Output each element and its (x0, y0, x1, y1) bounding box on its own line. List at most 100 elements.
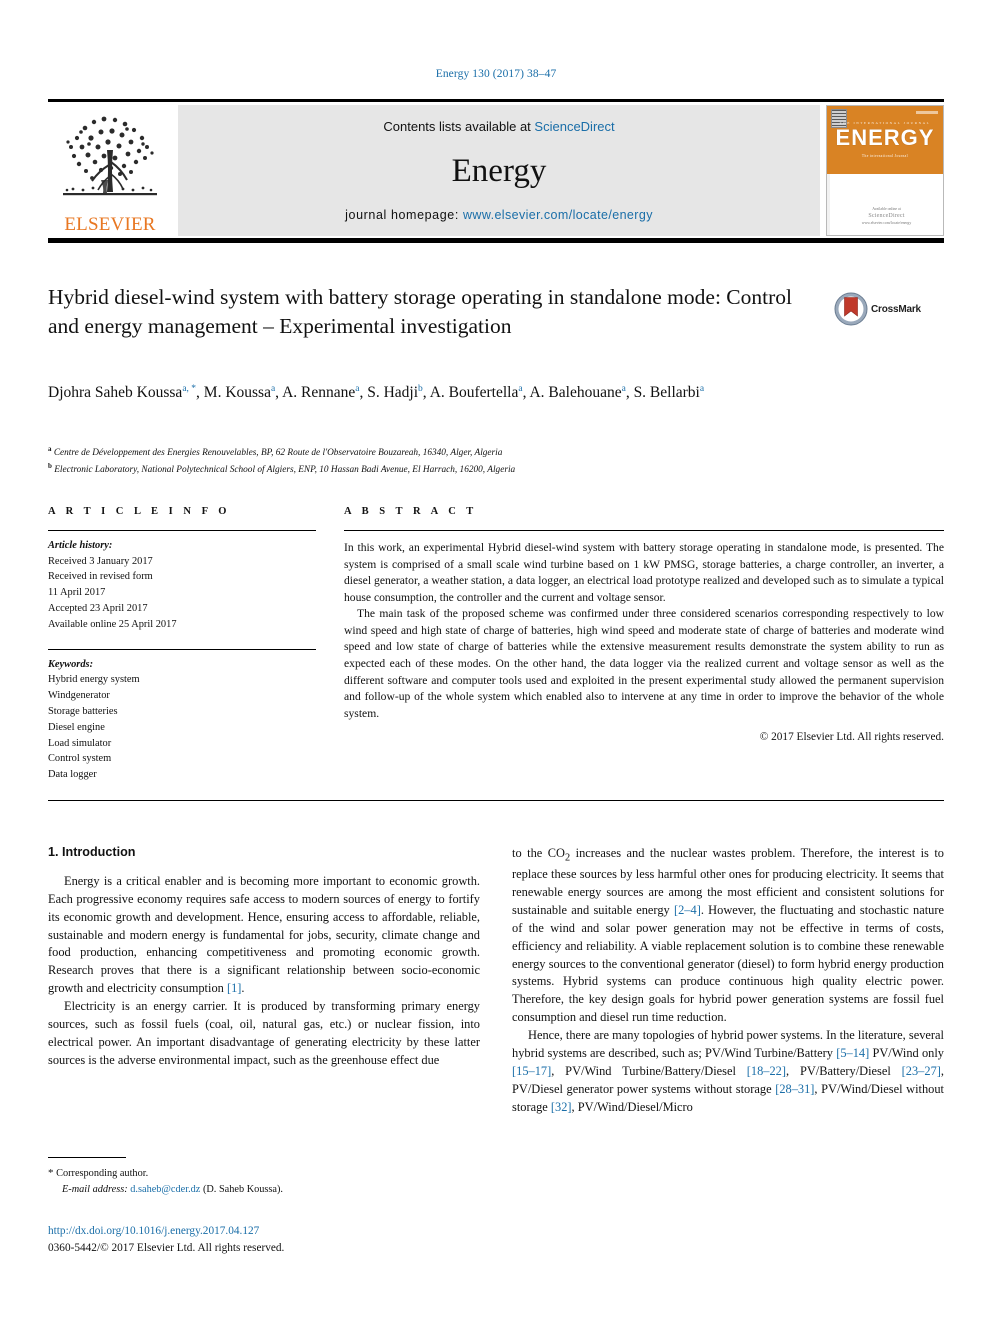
article-history-item: Available online 25 April 2017 (48, 618, 177, 630)
homepage-link[interactable]: www.elsevier.com/locate/energy (463, 208, 653, 222)
keyword-item: Load simulator (48, 737, 112, 749)
affiliation-item: a Centre de Développement des Energies R… (48, 444, 878, 461)
author-name: A. Balehouane (529, 384, 622, 402)
affiliation-list: a Centre de Développement des Energies R… (48, 444, 878, 478)
contents-banner: Contents lists available at ScienceDirec… (178, 105, 820, 236)
article-history-item: Received 3 January 2017 (48, 555, 153, 567)
cover-tagline: The international Journal (861, 154, 909, 159)
section-title-introduction: 1. Introduction (48, 845, 136, 859)
email-label: E-mail address: (62, 1184, 128, 1196)
author-name: A. Boufertella (429, 384, 519, 402)
paragraph-text: Energy is a critical enabler and is beco… (48, 874, 480, 996)
body-column-left: 1. Introduction Energy is a critical ena… (48, 845, 480, 1116)
corresponding-author-line: * Corresponding author. (48, 1165, 480, 1182)
crossmark-badge[interactable]: CrossMark (834, 292, 944, 326)
author-name: A. Rennane (282, 384, 356, 402)
abstract-rule (344, 530, 944, 531)
citation-link[interactable]: [5–14] (836, 1046, 869, 1060)
citation-link[interactable]: [18–22] (747, 1064, 786, 1078)
author-affiliation-marker: a (270, 384, 276, 394)
author-affiliation-marker: b (418, 384, 423, 394)
body-paragraph: Hence, there are many topologies of hybr… (512, 1027, 944, 1116)
body-paragraph: Electricity is an energy carrier. It is … (48, 999, 480, 1067)
abstract-copyright: © 2017 Elsevier Ltd. All rights reserved… (759, 731, 944, 744)
sciencedirect-link[interactable]: ScienceDirect (534, 119, 614, 134)
crossmark-icon (834, 292, 868, 326)
body-separator-rule (48, 800, 944, 802)
keyword-item: Hybrid energy system (48, 674, 140, 686)
citation-link[interactable]: [15–17] (512, 1064, 551, 1078)
body-columns: 1. Introduction Energy is a critical ena… (48, 845, 944, 1116)
author-affiliation-marker[interactable]: a, * (182, 384, 196, 394)
cover-top-band: THE INTERNATIONAL JOURNAL ENERGY The int… (827, 106, 943, 174)
doi-link[interactable]: http://dx.doi.org/10.1016/j.energy.2017.… (48, 1223, 518, 1240)
cover-issn-bar (916, 111, 938, 114)
affiliation-item: b Electronic Laboratory, National Polyte… (48, 461, 878, 478)
footnote-block: * Corresponding author. E-mail address: … (48, 1157, 480, 1198)
keywords-label: Keywords: (48, 658, 94, 670)
page-footer: http://dx.doi.org/10.1016/j.energy.2017.… (48, 1223, 518, 1257)
paragraph-text: . However, the fluctuating and stochasti… (512, 903, 944, 1025)
author-affiliation-marker: a (355, 384, 360, 394)
masthead-top-rule (48, 99, 944, 102)
article-history-item: Accepted 23 April 2017 (48, 603, 148, 615)
abstract-paragraph: In this work, an experimental Hybrid die… (344, 541, 944, 604)
keyword-item: Control system (48, 753, 112, 765)
elsevier-logo: ELSEVIER (48, 105, 172, 236)
cover-microtext: THE INTERNATIONAL JOURNAL (839, 120, 931, 125)
author-name: S. Bellarbi (633, 384, 700, 402)
elsevier-tree-icon (63, 116, 157, 196)
email-line: E-mail address: d.saheb@cder.dz (D. Sahe… (48, 1182, 480, 1198)
article-info-rule (48, 530, 316, 531)
body-column-right: to the CO2 increases and the nuclear was… (512, 845, 944, 1116)
article-history-label: Article history: (48, 540, 113, 551)
paragraph-text: PV/Wind only (869, 1045, 944, 1060)
abstract-column: A B S T R A C T In this work, an experim… (344, 506, 944, 783)
article-info-column: A R T I C L E I N F O Article history: R… (48, 506, 316, 783)
masthead-bottom-rule (48, 238, 944, 243)
citation-link[interactable]: [2–4] (674, 903, 701, 917)
cover-footer-url: www.elsevier.com/locate/energy (861, 221, 912, 226)
keyword-item: Data logger (48, 769, 97, 781)
keyword-item: Diesel engine (48, 721, 105, 733)
paragraph-text: , PV/Wind/Diesel/Micro (571, 1099, 693, 1114)
footnote-rule (48, 1157, 126, 1159)
journal-cover-thumbnail: THE INTERNATIONAL JOURNAL ENERGY The int… (826, 105, 944, 236)
keywords-rule (48, 648, 316, 650)
citation-link[interactable]: [1] (227, 981, 241, 995)
article-history-item: 11 April 2017 (48, 587, 106, 599)
article-info-heading: A R T I C L E I N F O (48, 506, 231, 517)
article-history-item: Received in revised form (48, 571, 153, 583)
issn-copyright-line: 0360-5442/© 2017 Elsevier Ltd. All right… (48, 1241, 285, 1254)
affiliation-marker: a (48, 445, 52, 453)
citation-link[interactable]: [32] (551, 1100, 572, 1114)
affiliation-marker: b (48, 462, 52, 471)
citation-link[interactable]: [23–27] (902, 1064, 941, 1078)
footnote-star-marker: * (48, 1167, 54, 1180)
cover-footer: Available online at ScienceDirect www.el… (830, 207, 943, 227)
cover-journal-title: ENERGY (835, 125, 935, 151)
paragraph-text: , PV/Wind Turbine/Battery/Diesel (551, 1063, 747, 1078)
paper-page: Energy 130 (2017) 38–47 ELSEVIER Content… (0, 0, 992, 1323)
abstract-paragraph: The main task of the proposed scheme was… (344, 607, 944, 720)
author-name: M. Koussa (203, 384, 271, 402)
body-paragraph: Energy is a critical enabler and is beco… (48, 873, 480, 998)
email-suffix: (D. Saheb Koussa). (202, 1184, 284, 1196)
author-name: Djohra Saheb Koussa (48, 384, 183, 402)
author-list: Djohra Saheb Koussaa, *, M. Koussaa, A. … (48, 384, 705, 402)
email-link[interactable]: d.saheb@cder.dz (130, 1184, 200, 1195)
author-name: S. Hadji (367, 384, 419, 402)
journal-title: Energy (451, 152, 547, 189)
abstract-heading: A B S T R A C T (344, 506, 478, 517)
citation-link[interactable]: [28–31] (775, 1082, 814, 1096)
paragraph-text: to the CO (512, 846, 565, 860)
running-head: Energy 130 (2017) 38–47 (435, 68, 557, 80)
page-title: Hybrid diesel-wind system with battery s… (48, 285, 792, 338)
author-affiliation-marker: a (621, 384, 626, 394)
contents-available-line: Contents lists available at ScienceDirec… (383, 119, 614, 134)
crossmark-label: CrossMark (871, 303, 921, 315)
body-paragraph: to the CO2 increases and the nuclear was… (512, 845, 944, 1027)
paragraph-text-end: . (241, 981, 245, 996)
contents-prefix: Contents lists available at (383, 119, 531, 134)
